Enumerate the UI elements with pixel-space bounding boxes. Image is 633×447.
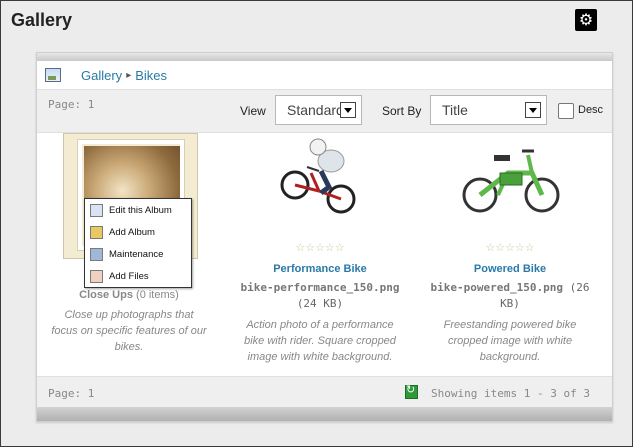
- refresh-icon[interactable]: [405, 383, 418, 399]
- edit-album-icon: [90, 203, 103, 217]
- performance-bike-image: [280, 138, 356, 214]
- add-files-icon: [90, 269, 103, 283]
- sort-select-value: Title: [442, 102, 468, 118]
- desc-label: Desc: [578, 104, 604, 116]
- breadcrumb-bikes-link[interactable]: Bikes: [135, 68, 167, 83]
- item-description: Freestanding powered bike cropped image …: [443, 319, 577, 363]
- view-label: View: [240, 104, 266, 118]
- gallery-footer: Page: 1 Showing items 1 - 3 of 3: [37, 376, 612, 407]
- item-description: Action photo of a performance bike with …: [244, 319, 396, 363]
- sort-select[interactable]: Title: [430, 95, 547, 125]
- menu-item-add-files[interactable]: Add Files: [85, 265, 191, 287]
- view-select-value: Standard: [287, 102, 344, 118]
- item-file-line: bike-performance_150.png (24 KB): [230, 280, 410, 312]
- rating-stars[interactable]: ☆☆☆☆☆: [230, 241, 410, 254]
- gallery-icon: [45, 68, 61, 82]
- item-performance-bike: ☆☆☆☆☆ Performance Bike bike-performance_…: [230, 231, 410, 365]
- item-powered-bike: ☆☆☆☆☆ Powered Bike bike-powered_150.png …: [420, 231, 600, 365]
- gallery-toolbar: Page: 1 View Standard Sort By Title Desc: [37, 89, 612, 133]
- powered-bike-image: [462, 149, 560, 213]
- sort-label: Sort By: [382, 104, 422, 118]
- rating-stars[interactable]: ☆☆☆☆☆: [420, 241, 600, 254]
- add-album-icon: [90, 225, 103, 239]
- menu-item-label: Maintenance: [109, 248, 164, 260]
- page-indicator-top: Page: 1: [48, 98, 95, 111]
- album-description: Close up photographs that focus on speci…: [51, 309, 207, 353]
- breadcrumb-gallery-link[interactable]: Gallery: [81, 68, 122, 83]
- view-select[interactable]: Standard: [275, 95, 362, 125]
- menu-item-maintenance[interactable]: Maintenance: [85, 243, 191, 265]
- album-count: (0 items): [136, 289, 179, 301]
- menu-item-label: Edit this Album: [109, 204, 172, 216]
- item-file-line: bike-powered_150.png (26 KB): [420, 280, 600, 312]
- menu-item-label: Add Album: [109, 226, 155, 238]
- panel-bottom-bar: [37, 407, 612, 421]
- album-name[interactable]: Close Ups: [79, 289, 133, 301]
- item-filename: bike-powered_150.png: [430, 281, 563, 294]
- gallery-panel: Gallery ▸ Bikes Page: 1 View Standard So…: [36, 52, 613, 422]
- desc-checkbox[interactable]: [558, 103, 574, 119]
- menu-item-add-album[interactable]: Add Album: [85, 221, 191, 243]
- powered-bike-thumbnail[interactable]: [460, 133, 563, 229]
- menu-item-label: Add Files: [109, 270, 149, 282]
- panel-top-bar: [37, 53, 612, 61]
- page-title: Gallery: [11, 10, 73, 30]
- item-filename: bike-performance_150.png: [240, 281, 400, 294]
- chevron-down-icon: [340, 102, 356, 118]
- performance-bike-thumbnail[interactable]: [271, 133, 371, 229]
- item-title[interactable]: Performance Bike: [230, 263, 410, 275]
- breadcrumb: Gallery ▸ Bikes: [45, 65, 167, 85]
- album-context-menu: Edit this Album Add Album Maintenance Ad…: [84, 198, 192, 288]
- breadcrumb-separator: ▸: [126, 69, 132, 81]
- menu-item-edit-album[interactable]: Edit this Album: [85, 199, 191, 221]
- album-title-line: Close Ups (0 items): [39, 289, 219, 301]
- maintenance-icon: [90, 247, 103, 261]
- showing-items-text: Showing items 1 - 3 of 3: [431, 387, 590, 400]
- chevron-down-icon: [525, 102, 541, 118]
- item-title[interactable]: Powered Bike: [420, 263, 600, 275]
- page-indicator-bottom: Page: 1: [48, 387, 95, 400]
- item-size: (24 KB): [296, 297, 344, 310]
- gear-icon[interactable]: ⚙: [575, 9, 597, 31]
- album-item-close-ups: Close Ups (0 items) Close up photographs…: [39, 289, 219, 355]
- gallery-window: Gallery ⚙ Gallery ▸ Bikes Page: 1 View S…: [0, 0, 633, 447]
